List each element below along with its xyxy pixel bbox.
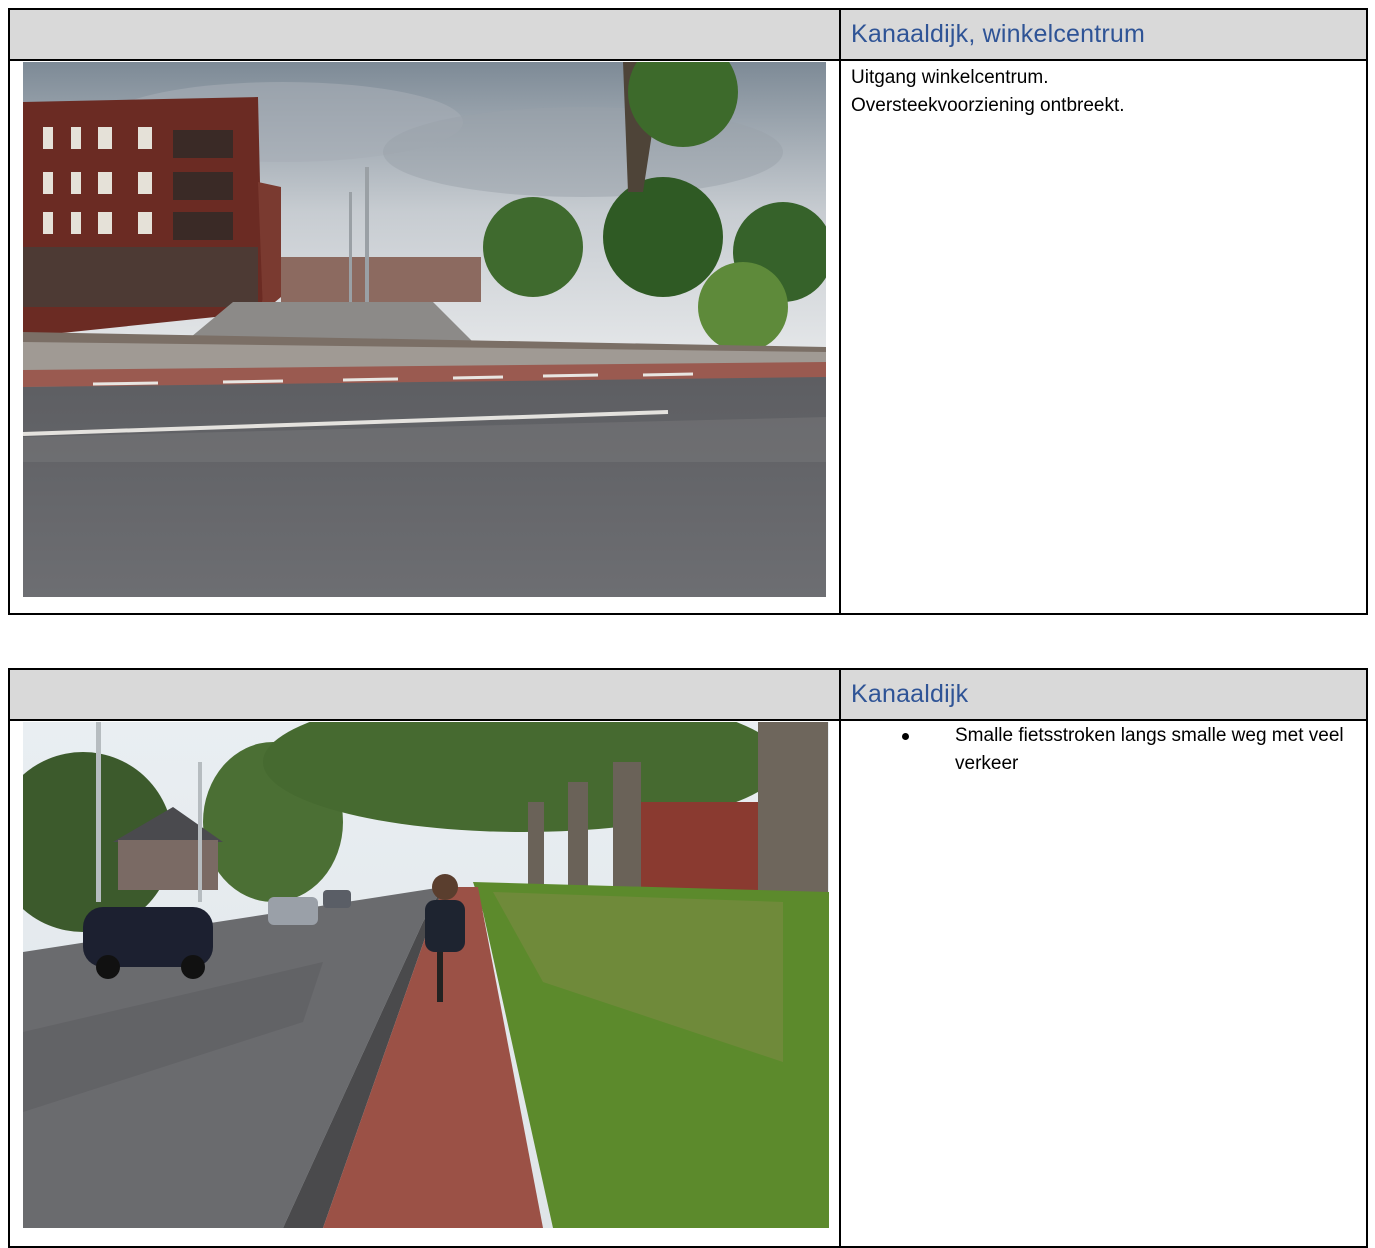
column-divider bbox=[839, 10, 841, 613]
table-kanaaldijk: Kanaaldijk Smalle fietsstroken langs sma… bbox=[8, 668, 1368, 1248]
table-winkelcentrum: Kanaaldijk, winkelcentrum Uitgang winkel… bbox=[8, 8, 1368, 615]
street-photo-winkelcentrum bbox=[23, 62, 826, 597]
description-line: Uitgang winkelcentrum. bbox=[851, 67, 1049, 88]
bullet-icon bbox=[902, 733, 909, 740]
section-title: Kanaaldijk bbox=[851, 680, 969, 708]
description-line: Oversteekvoorziening ontbreekt. bbox=[851, 95, 1125, 116]
street-photo-kanaaldijk bbox=[23, 722, 829, 1228]
description-text: Uitgang winkelcentrum. Oversteekvoorzien… bbox=[851, 64, 1125, 120]
table-header-row bbox=[10, 10, 1366, 61]
section-title: Kanaaldijk, winkelcentrum bbox=[851, 20, 1146, 48]
table-header-row bbox=[10, 670, 1366, 721]
column-divider bbox=[839, 670, 841, 1246]
bullet-item: Smalle fietsstroken langs smalle weg met… bbox=[955, 725, 1344, 774]
